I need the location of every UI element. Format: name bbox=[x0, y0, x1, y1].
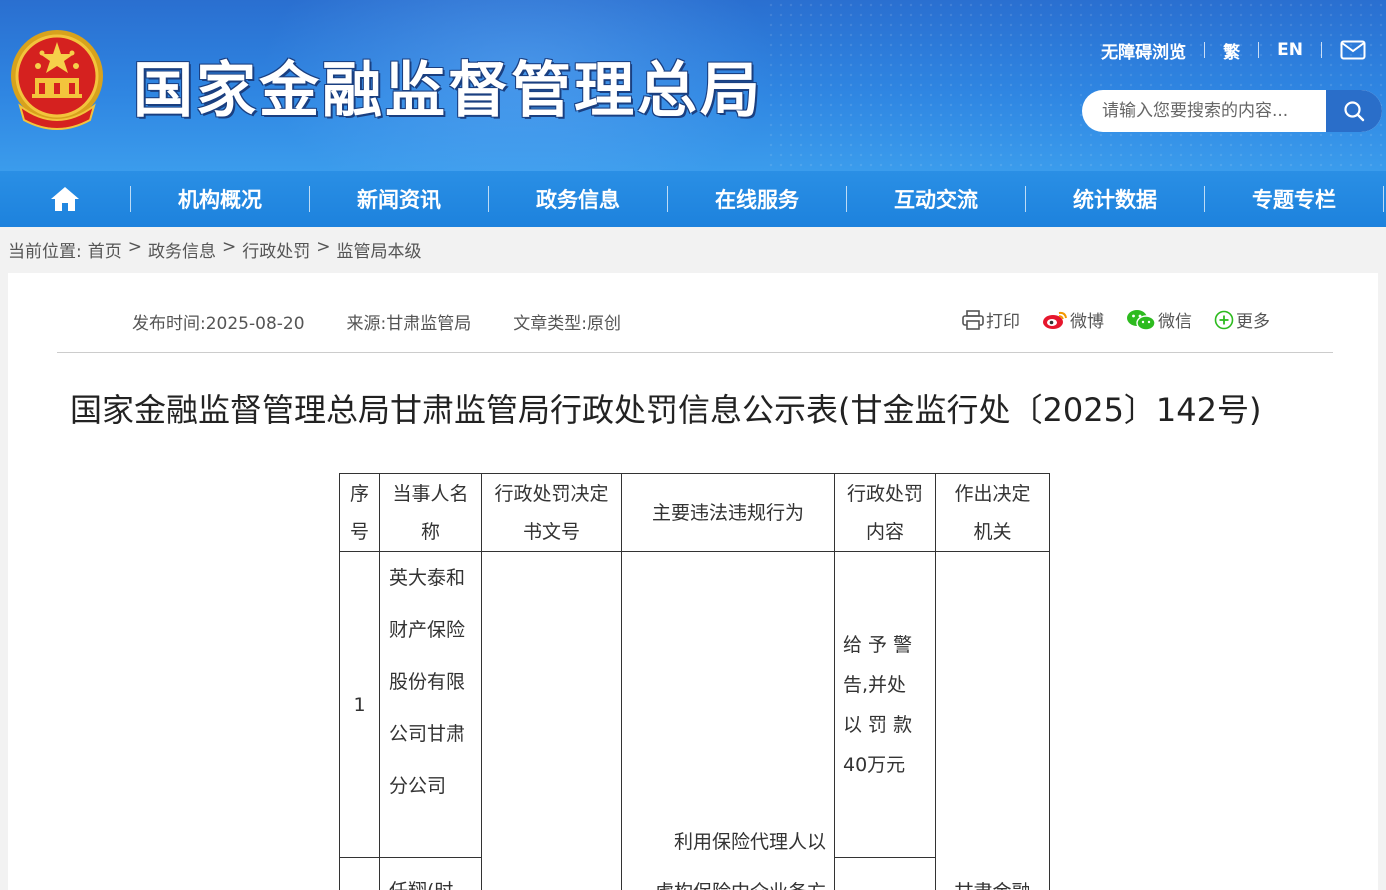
row-seq bbox=[339, 857, 380, 890]
article-type: 文章类型:原创 bbox=[513, 314, 621, 334]
row-authority: 甘肃金融 bbox=[935, 551, 1050, 890]
site-header: 国家金融监督管理总局 无障碍浏览 繁 EN bbox=[0, 0, 1386, 171]
weibo-share-button[interactable]: 微博 bbox=[1042, 307, 1104, 332]
print-label: 打印 bbox=[986, 312, 1020, 332]
article-source: 来源:甘肃监管局 bbox=[346, 314, 472, 334]
site-title[interactable]: 国家金融监督管理总局 bbox=[133, 42, 763, 129]
breadcrumb-separator: > bbox=[127, 237, 142, 257]
row-violation: 利用保险代理人以 虚构保险中介业务方 bbox=[621, 551, 835, 890]
weibo-icon bbox=[1043, 311, 1067, 329]
article-meta: 发布时间:2025-08-20 来源:甘肃监管局 文章类型:原创 bbox=[132, 309, 663, 334]
header-seq: 序号 bbox=[339, 473, 380, 552]
search-input[interactable] bbox=[1082, 90, 1326, 132]
traditional-chinese-link[interactable]: 繁 bbox=[1205, 38, 1258, 63]
row-party: 英大泰和 财产保险 股份有限 公司甘肃 分公司 bbox=[379, 551, 482, 858]
nav-home[interactable] bbox=[0, 171, 130, 227]
share-bar: 打印 微博 微信 更多 bbox=[962, 307, 1270, 332]
wechat-icon bbox=[1127, 309, 1156, 331]
accessibility-link[interactable]: 无障碍浏览 bbox=[1083, 38, 1204, 63]
header-doc-number: 行政处罚决定 书文号 bbox=[481, 473, 622, 552]
home-icon bbox=[51, 187, 79, 211]
header-pattern bbox=[766, 0, 1386, 171]
header-penalty-content: 行政处罚 内容 bbox=[834, 473, 936, 552]
search-icon bbox=[1344, 101, 1365, 122]
breadcrumb-separator: > bbox=[221, 237, 237, 257]
more-share-button[interactable]: 更多 bbox=[1214, 307, 1270, 332]
breadcrumb-current[interactable]: 监管局本级 bbox=[336, 237, 421, 262]
more-label: 更多 bbox=[1236, 312, 1270, 332]
wechat-label: 微信 bbox=[1158, 312, 1192, 332]
plus-circle-icon bbox=[1214, 310, 1234, 329]
printer-icon bbox=[962, 309, 984, 330]
nav-divider bbox=[1383, 186, 1384, 212]
row-party: 任翔(时 bbox=[379, 857, 482, 890]
row-doc-number bbox=[481, 551, 622, 890]
breadcrumb-separator: > bbox=[316, 237, 331, 257]
mail-icon[interactable] bbox=[1322, 40, 1366, 60]
breadcrumb: 当前位置: 首页 > 政务信息 > 行政处罚 > 监管局本级 bbox=[8, 237, 421, 262]
english-link[interactable]: EN bbox=[1259, 40, 1321, 60]
national-emblem-icon[interactable] bbox=[8, 26, 106, 132]
main-nav: 机构概况 新闻资讯 政务信息 在线服务 互动交流 统计数据 专题专栏 bbox=[0, 171, 1386, 227]
nav-item-online-service[interactable]: 在线服务 bbox=[668, 171, 846, 227]
row-penalty-content bbox=[834, 857, 936, 890]
wechat-share-button[interactable]: 微信 bbox=[1126, 307, 1192, 332]
top-links: 无障碍浏览 繁 EN bbox=[1083, 38, 1366, 63]
search-box bbox=[1082, 90, 1382, 132]
divider bbox=[57, 352, 1333, 353]
penalty-table: 序号 当事人名称 行政处罚决定 书文号 主要违法违规行为 行政处罚 内容 作出决定机… bbox=[339, 473, 1050, 890]
breadcrumb-label: 当前位置: bbox=[8, 242, 82, 262]
nav-item-news[interactable]: 新闻资讯 bbox=[310, 171, 488, 227]
row-seq: 1 bbox=[339, 551, 380, 858]
header-party: 当事人名称 bbox=[379, 473, 482, 552]
nav-item-statistics[interactable]: 统计数据 bbox=[1026, 171, 1204, 227]
table-header-row: 序号 当事人名称 行政处罚决定 书文号 主要违法违规行为 行政处罚 内容 作出决定机… bbox=[339, 473, 1050, 552]
breadcrumb-government-info[interactable]: 政务信息 bbox=[148, 237, 216, 262]
publish-time: 发布时间:2025-08-20 bbox=[132, 314, 305, 334]
search-button[interactable] bbox=[1326, 90, 1382, 132]
article-card: 发布时间:2025-08-20 来源:甘肃监管局 文章类型:原创 打印 微博 微… bbox=[8, 273, 1378, 890]
header-violation: 主要违法违规行为 bbox=[621, 473, 835, 552]
nav-item-special-topics[interactable]: 专题专栏 bbox=[1205, 171, 1383, 227]
breadcrumb-home[interactable]: 首页 bbox=[88, 237, 122, 262]
breadcrumb-penalty[interactable]: 行政处罚 bbox=[242, 237, 310, 262]
weibo-label: 微博 bbox=[1070, 312, 1104, 332]
print-button[interactable]: 打印 bbox=[962, 307, 1020, 332]
nav-item-interaction[interactable]: 互动交流 bbox=[847, 171, 1025, 227]
article-title: 国家金融监督管理总局甘肃监管局行政处罚信息公示表(甘金监行处〔2025〕142号… bbox=[70, 391, 1262, 429]
nav-item-about[interactable]: 机构概况 bbox=[131, 171, 309, 227]
nav-item-government-info[interactable]: 政务信息 bbox=[489, 171, 667, 227]
header-authority: 作出决定 机关 bbox=[935, 473, 1050, 552]
table-row: 1 英大泰和 财产保险 股份有限 公司甘肃 分公司 利用保险代理人以 虚构保险中… bbox=[339, 551, 1050, 890]
row-penalty-content: 给 予 警 告,并处 以 罚 款 40万元 bbox=[834, 551, 936, 858]
